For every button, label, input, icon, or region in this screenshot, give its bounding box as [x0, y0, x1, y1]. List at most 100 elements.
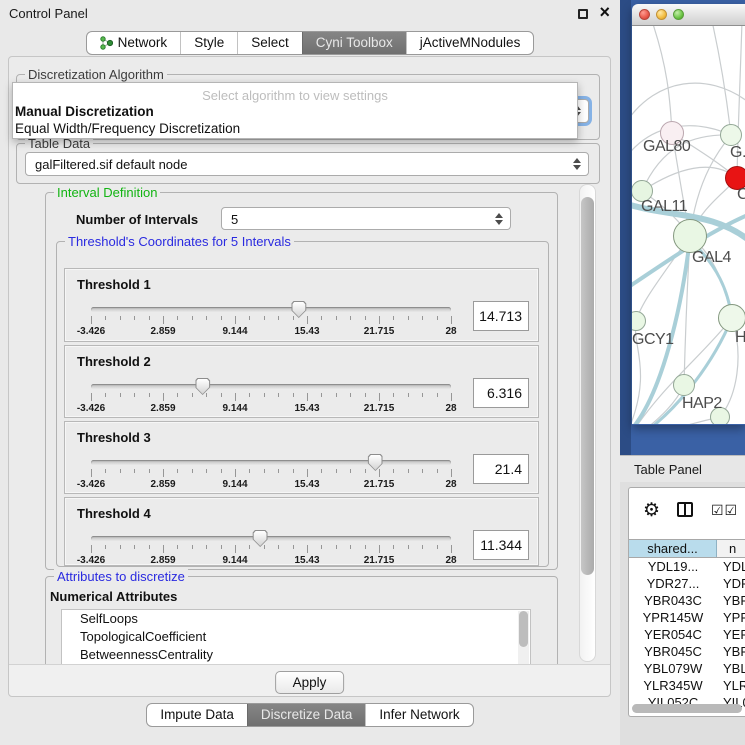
cell-name[interactable]: YDL1 — [717, 558, 745, 575]
cell-shared-name[interactable]: YBR045C — [629, 643, 717, 660]
algorithm-popup-hint: Select algorithm to view settings — [13, 88, 577, 103]
network-canvas[interactable]: GAL80G.CGAL11GAL4GCY1HHAP2 — [632, 26, 745, 424]
table-row[interactable]: YDR27...YDR2 — [629, 575, 745, 592]
tick-label: 2.859 — [150, 403, 175, 414]
threshold-value-field[interactable]: 11.344 — [473, 530, 529, 560]
close-window-icon[interactable] — [639, 9, 650, 20]
network-node[interactable] — [673, 219, 707, 253]
interval-definition-title: Interval Definition — [54, 185, 160, 200]
tick-label: 21.715 — [364, 555, 395, 566]
float-panel-icon[interactable] — [578, 9, 588, 19]
table-panel-header: Table Panel — [620, 455, 745, 482]
tab-network[interactable]: Network — [87, 32, 181, 54]
cell-name[interactable]: YLR3 — [717, 677, 745, 694]
threshold-panel-4: Threshold 4 -3.4262.8599.14415.4321.7152… — [64, 497, 539, 566]
tick-label: -3.426 — [77, 403, 105, 414]
network-node[interactable] — [673, 374, 695, 396]
tick-label: 21.715 — [364, 326, 395, 337]
cell-name[interactable]: YBL0 — [717, 660, 745, 677]
cell-shared-name[interactable]: YBR043C — [629, 592, 717, 609]
threshold-label: Threshold 1 — [77, 277, 151, 292]
tab-impute-data[interactable]: Impute Data — [147, 704, 247, 726]
cell-shared-name[interactable]: YER054C — [629, 626, 717, 643]
table-data-combobox[interactable]: galFiltered.sif default node — [25, 152, 589, 176]
algorithm-option-equal-width[interactable]: Equal Width/Frequency Discretization — [15, 121, 240, 136]
tab-label: Select — [251, 32, 289, 54]
apply-button[interactable]: Apply — [275, 671, 345, 694]
thresholds-group: Threshold's Coordinates for 5 Intervals … — [56, 241, 549, 567]
threshold-panel-3: Threshold 3 -3.4262.8599.14415.4321.7152… — [64, 421, 539, 494]
table-row[interactable]: YER054CYER0 — [629, 626, 745, 643]
settings-scrollbar-thumb[interactable] — [581, 197, 594, 575]
threshold-label: Threshold 4 — [77, 506, 151, 521]
table-row[interactable]: YBL079WYBL0 — [629, 660, 745, 677]
tab-jactivemnodules[interactable]: jActiveMNodules — [406, 32, 534, 54]
network-window: GAL80G.CGAL11GAL4GCY1HHAP2 — [632, 4, 745, 425]
threshold-slider[interactable] — [91, 307, 451, 312]
tick-label: 21.715 — [364, 403, 395, 414]
network-node[interactable] — [718, 304, 745, 332]
tab-infer-network[interactable]: Infer Network — [365, 704, 472, 726]
slider-ticks — [91, 316, 451, 325]
minimize-window-icon[interactable] — [656, 9, 667, 20]
cell-name[interactable]: YBR0 — [717, 592, 745, 609]
threshold-value-field[interactable]: 6.316 — [473, 378, 529, 408]
checkbox-icons[interactable]: ☑☑ — [711, 502, 738, 519]
threshold-slider[interactable] — [91, 384, 451, 389]
cell-name[interactable]: YBR0 — [717, 643, 745, 660]
attribute-item-betweennesscentrality[interactable]: BetweennessCentrality — [62, 646, 530, 664]
slider-tick-labels: -3.4262.8599.14415.4321.71528 — [91, 479, 451, 491]
node-label-gcy1: GCY1 — [632, 331, 674, 349]
numerical-attributes-list[interactable]: SelfLoopsTopologicalCoefficientBetweenne… — [61, 609, 531, 664]
node-label-gal4: GAL4 — [692, 249, 731, 267]
cell-shared-name[interactable]: YLR345W — [629, 677, 717, 694]
column-header-shared-name[interactable]: shared... — [629, 540, 717, 557]
attribute-item-topologicalcoefficient[interactable]: TopologicalCoefficient — [62, 628, 530, 646]
tab-cyni-toolbox[interactable]: Cyni Toolbox — [302, 32, 406, 54]
attributes-scrollbar[interactable] — [518, 611, 529, 664]
cell-shared-name[interactable]: YBL079W — [629, 660, 717, 677]
cell-shared-name[interactable]: YPR145W — [629, 609, 717, 626]
zoom-window-icon[interactable] — [673, 9, 684, 20]
cell-shared-name[interactable]: YDR27... — [629, 575, 717, 592]
cell-name[interactable]: YDR2 — [717, 575, 745, 592]
node-label-g-: G. — [730, 144, 745, 162]
threshold-value-field[interactable]: 21.4 — [473, 454, 529, 484]
close-icon[interactable]: × — [599, 2, 610, 23]
control-panel-titlebar: Control Panel × — [0, 0, 620, 26]
attribute-item-selfloops[interactable]: SelfLoops — [62, 610, 530, 628]
gear-icon[interactable]: ⚙ — [643, 499, 660, 522]
split-view-icon[interactable] — [677, 502, 693, 517]
tab-discretize-data[interactable]: Discretize Data — [247, 704, 366, 726]
threshold-slider[interactable] — [91, 536, 451, 541]
desktop-background: GAL80G.CGAL11GAL4GCY1HHAP2 — [620, 0, 745, 455]
column-header-name[interactable]: n — [717, 540, 745, 557]
table-data-group: Table Data galFiltered.sif default node — [16, 143, 600, 184]
table-row[interactable]: YBR043CYBR0 — [629, 592, 745, 609]
threshold-value-field[interactable]: 14.713 — [473, 301, 529, 331]
tick-label: 28 — [445, 479, 456, 490]
network-tab-icon — [100, 36, 113, 50]
node-table[interactable]: shared... n YDL19...YDL1YDR27...YDR2YBR0… — [629, 539, 745, 711]
network-node[interactable] — [720, 124, 742, 146]
cell-shared-name[interactable]: YDL19... — [629, 558, 717, 575]
table-horizontal-scrollbar[interactable] — [632, 704, 742, 713]
node-label-h: H — [735, 329, 745, 347]
panel-footer: Apply — [9, 664, 610, 696]
algorithm-option-manual[interactable]: Manual Discretization — [15, 104, 154, 119]
tab-label: Style — [194, 32, 224, 54]
cell-name[interactable]: YER0 — [717, 626, 745, 643]
table-row[interactable]: YDL19...YDL1 — [629, 558, 745, 575]
table-panel-toolbar: ⚙ ☑☑ — [629, 488, 745, 536]
number-of-intervals-combobox[interactable]: 5 — [221, 207, 511, 230]
table-row[interactable]: YBR045CYBR0 — [629, 643, 745, 660]
settings-scrollbar[interactable] — [579, 184, 596, 662]
cell-name[interactable]: YPR1 — [717, 609, 745, 626]
table-row[interactable]: YLR345WYLR3 — [629, 677, 745, 694]
tab-label: Discretize Data — [261, 704, 353, 726]
threshold-slider[interactable] — [91, 460, 451, 465]
table-row[interactable]: YPR145WYPR1 — [629, 609, 745, 626]
tab-select[interactable]: Select — [237, 32, 302, 54]
tab-style[interactable]: Style — [180, 32, 237, 54]
tick-label: 28 — [445, 403, 456, 414]
